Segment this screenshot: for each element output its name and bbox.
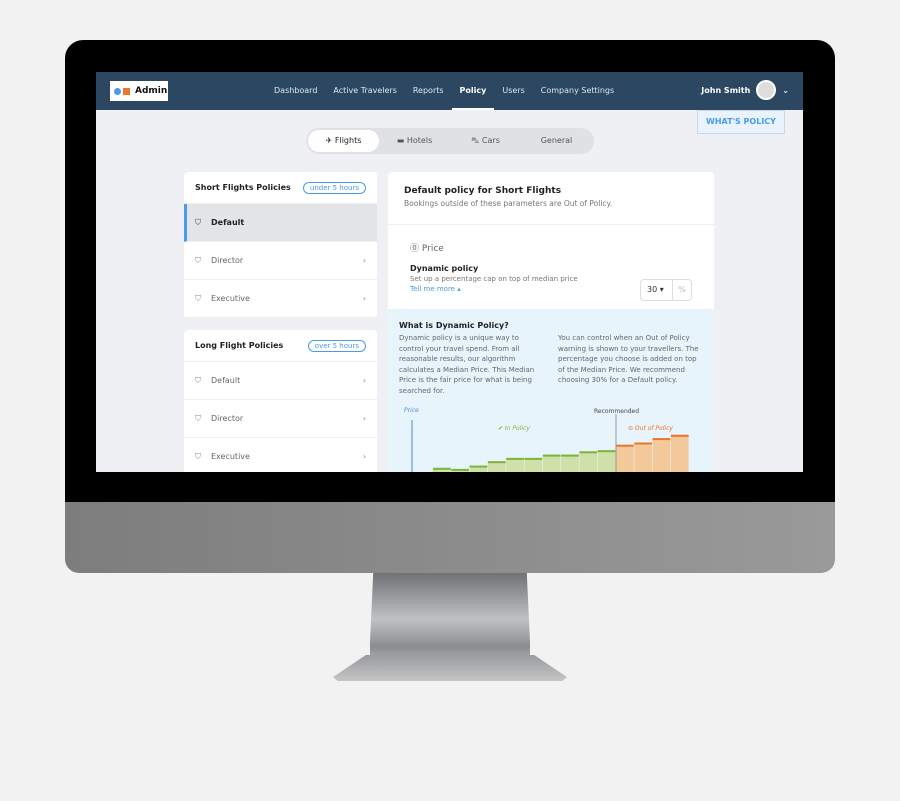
chart-bar-top	[561, 454, 579, 457]
chevron-down-icon: ⌄	[782, 85, 789, 95]
duration-badge: over 5 hours	[307, 339, 366, 352]
tab-flights[interactable]: ✈ Flights	[308, 130, 379, 152]
avatar	[756, 80, 777, 100]
chart-bar-top	[579, 451, 598, 454]
category-tabs: ✈ Flights ▬ Hotels ⛍ Cars General	[306, 128, 594, 154]
chart-bar	[597, 450, 616, 472]
in-policy-label: ✔ In Policy	[498, 425, 530, 432]
chart-bar-top	[634, 442, 652, 445]
page-title: Default policy for Short Flights	[404, 186, 562, 196]
chevron-right-icon: ›	[362, 294, 366, 303]
policy-item-executive[interactable]: ⛉ Executive ›	[184, 438, 377, 472]
bed-icon: ▬	[396, 136, 407, 145]
chart-bar-top	[451, 468, 469, 471]
chart-bar-top	[616, 444, 634, 447]
monitor-base	[333, 655, 567, 681]
duration-badge: under 5 hours	[302, 181, 366, 194]
shield-icon: ⛉	[195, 413, 201, 423]
policy-item-default[interactable]: ⛉ Default	[184, 204, 377, 242]
chart-bar	[634, 442, 652, 472]
chevron-right-icon: ›	[362, 256, 366, 265]
nav-link-dashboard[interactable]: Dashboard	[266, 72, 325, 110]
tab-cars[interactable]: ⛍ Cars	[450, 130, 521, 152]
out-of-policy-label: ⊘ Out of Policy	[628, 425, 673, 432]
shield-icon: ⛉	[195, 217, 201, 227]
plane-icon: ✈	[325, 136, 335, 145]
dynamic-policy-info: What is Dynamic Policy? Dynamic policy i…	[388, 309, 714, 472]
nav-link-active-travelers[interactable]: Active Travelers	[325, 72, 404, 110]
chevron-right-icon: ›	[362, 414, 366, 423]
nav-link-users[interactable]: Users	[494, 72, 532, 110]
policy-detail-card: Default policy for Short Flights Booking…	[388, 172, 714, 472]
tab-general[interactable]: General	[521, 130, 592, 152]
chevron-right-icon: ›	[362, 376, 366, 385]
recommended-label: Recommended	[594, 408, 639, 415]
nav-link-company-settings[interactable]: Company Settings	[533, 72, 622, 110]
tab-hotels[interactable]: ▬ Hotels	[379, 130, 450, 152]
chart-bar	[616, 444, 634, 472]
chart-bar-top	[469, 465, 488, 468]
chart-bar-top	[597, 450, 616, 453]
chart-bar	[670, 434, 689, 472]
price-chart: Price Recommended ✔ In Policy ⊘ Out of Poli…	[404, 407, 689, 472]
shield-icon: ⛉	[195, 293, 201, 303]
short-flights-card: Short Flights Policies under 5 hours ⛉ Def…	[184, 172, 377, 318]
chart-bar-top	[506, 457, 524, 460]
policy-item-executive[interactable]: ⛉ Executive ›	[184, 280, 377, 318]
chart-bar	[561, 454, 579, 472]
shield-icon: ⛉	[195, 255, 201, 265]
chart-bar-top	[433, 467, 451, 470]
policy-item-director[interactable]: ⛉ Director ›	[184, 400, 377, 438]
policy-item-director[interactable]: ⛉ Director ›	[184, 242, 377, 280]
whats-policy-button[interactable]: WHAT'S POLICY	[697, 110, 785, 134]
policy-item-default[interactable]: ⛉ Default ›	[184, 362, 377, 400]
long-flights-card: Long Flight Policies over 5 hours ⛉ Defaul…	[184, 330, 377, 472]
chevron-right-icon: ›	[362, 452, 366, 461]
nav-link-policy[interactable]: Policy	[451, 72, 495, 110]
chart-bar-top	[542, 454, 561, 457]
chart-bar-top	[487, 461, 506, 464]
logo[interactable]: Admin	[110, 81, 168, 101]
shield-icon: ⛉	[195, 451, 201, 461]
y-axis-label: Price	[404, 407, 419, 414]
car-icon: ⛍	[471, 136, 482, 145]
chart-bar	[652, 438, 671, 472]
chart-bar	[506, 457, 524, 472]
chart-bar	[542, 454, 561, 472]
chart-bar	[579, 451, 598, 472]
monitor-stand	[370, 573, 530, 665]
monitor-chin	[65, 502, 835, 573]
chart-bar-top	[652, 438, 671, 441]
shield-icon: ⛉	[195, 375, 201, 385]
nav-link-reports[interactable]: Reports	[405, 72, 452, 110]
price-tag-icon: ⓪	[410, 244, 420, 254]
top-nav: Admin Dashboard Active Travelers Reports Po…	[96, 72, 803, 110]
chart-bar-top	[670, 434, 689, 437]
chart-bar	[524, 457, 543, 472]
screen: Admin Dashboard Active Travelers Reports Po…	[96, 72, 803, 472]
user-menu[interactable]: John Smith ⌄	[701, 80, 789, 100]
percentage-select[interactable]: 30 ▾ %	[640, 279, 692, 301]
chart-bar-top	[524, 457, 543, 460]
